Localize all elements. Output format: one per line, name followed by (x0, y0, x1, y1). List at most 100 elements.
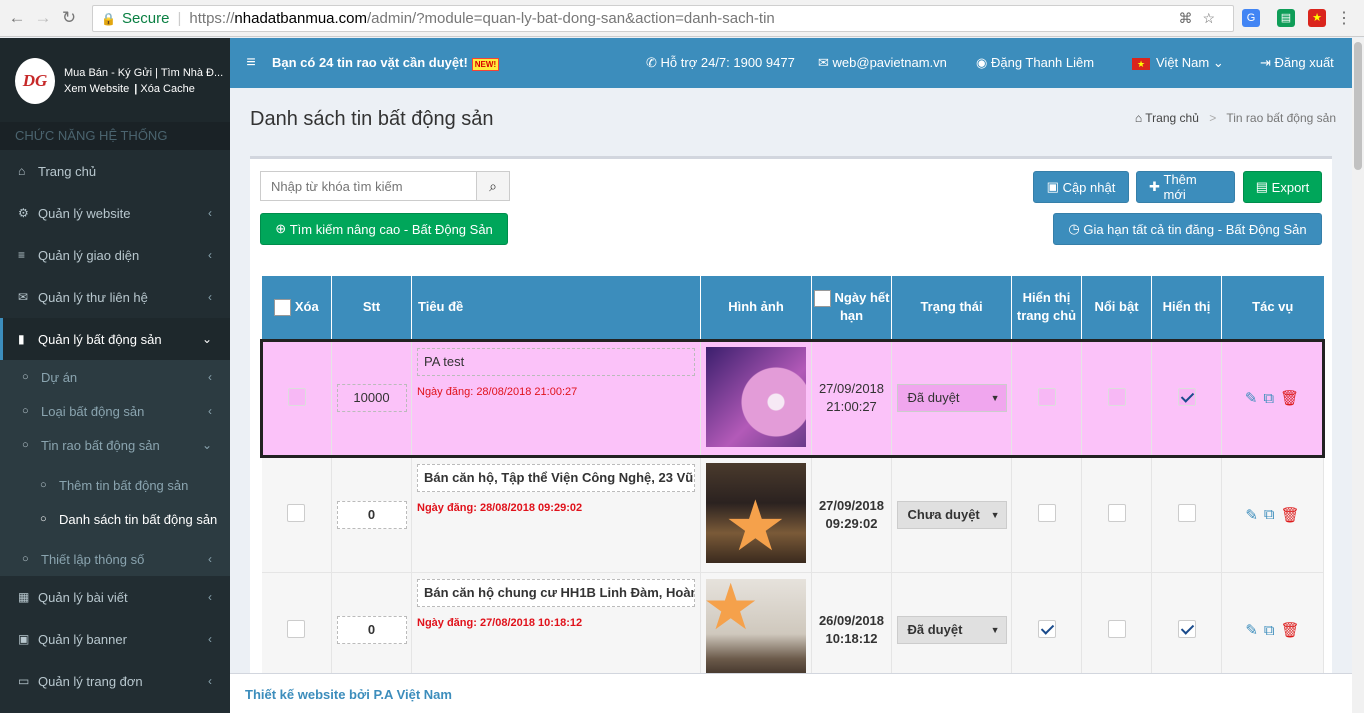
status-select[interactable]: Chưa duyệt ▼ (896, 500, 1007, 529)
logout-text: Đăng xuất (1274, 55, 1334, 70)
user-menu[interactable]: ◉ Đặng Thanh Liêm (976, 55, 1094, 71)
stt-input[interactable]: 0 (336, 616, 407, 644)
cell-delete (261, 456, 332, 573)
featured-checkbox[interactable] (1107, 387, 1126, 406)
show-checkbox[interactable] (1177, 504, 1196, 522)
title-input[interactable]: Bán căn hộ chung cư HH1B Linh Đàm, Hoàng (417, 578, 695, 607)
col-expiry: Ngày hết hạn (811, 276, 892, 340)
sidebar-subitem-type[interactable]: ○ Loại bất động sản ‹ (0, 394, 230, 428)
back-icon[interactable]: ← (4, 8, 30, 28)
extend-all-button[interactable]: ◷ Gia hạn tất cả tin đăng - Bất Động Sản (1053, 213, 1322, 245)
caret-down-icon: ▼ (990, 393, 1000, 403)
support-email[interactable]: ✉ web@pavietnam.vn (818, 55, 947, 71)
page-scrollbar[interactable] (1352, 38, 1364, 713)
delete-checkbox[interactable] (287, 504, 306, 522)
show-home-checkbox[interactable] (1037, 504, 1056, 522)
listing-thumbnail[interactable] (706, 346, 806, 447)
edit-icon[interactable]: ✎ (1245, 506, 1258, 524)
extension-translate-icon[interactable]: G (1242, 9, 1260, 27)
status-select[interactable]: Đã duyệt ▼ (896, 616, 1007, 644)
col-delete-label: Xóa (294, 299, 319, 315)
sidebar-subitem-project[interactable]: ○ Dự án ‹ (0, 360, 230, 394)
delete-checkbox[interactable] (288, 387, 306, 406)
trash-icon[interactable]: 🗑 (1281, 621, 1300, 639)
extension-sheet-icon[interactable]: ▤ (1277, 9, 1295, 27)
edit-icon[interactable]: ✎ (1245, 621, 1258, 639)
menu-toggle-icon[interactable]: ≡ (230, 54, 272, 72)
clear-cache-link[interactable]: Xóa Cache (140, 83, 194, 95)
cell-stt: 0 (331, 456, 412, 573)
address-bar[interactable]: 🔒 Secure | https://nhadatbanmua.com/admi… (92, 5, 1234, 32)
table-row: 0 Bán căn hộ chung cư HH1B Linh Đàm, Hoà… (261, 572, 1324, 673)
sidebar-subitem-add-listing[interactable]: ○ Thêm tin bất động sản (0, 468, 230, 502)
sidebar-item-label: Quản lý website (38, 205, 131, 221)
edit-icon[interactable]: ✎ (1245, 389, 1258, 407)
logout-link[interactable]: ⇥ Đăng xuất (1260, 55, 1334, 71)
sidebar-item-real-estate[interactable]: ▮ Quản lý bất động sản ⌄ (0, 318, 230, 360)
sidebar-item-interface[interactable]: ≡ Quản lý giao diện ‹ (0, 234, 230, 276)
featured-checkbox[interactable] (1107, 504, 1126, 522)
delete-checkbox[interactable] (287, 619, 306, 638)
trash-icon[interactable]: 🗑 (1281, 506, 1300, 524)
browser-menu-icon[interactable]: ⋮ (1336, 8, 1352, 28)
extension-flag-icon[interactable]: ★ (1308, 9, 1326, 27)
cell-actions: ✎ ⧉ 🗑 (1221, 338, 1325, 458)
footer-credit[interactable]: Thiết kế website bởi P.A Việt Nam (245, 687, 452, 702)
sidebar-item-articles[interactable]: ▦ Quản lý bài viết ‹ (0, 576, 230, 618)
cell-show-home (1011, 456, 1082, 573)
forward-icon[interactable]: → (30, 8, 56, 28)
cell-actions: ✎ ⧉ 🗑 (1221, 456, 1324, 573)
sidebar-subitem-settings[interactable]: ○ Thiết lập thông số ‹ (0, 542, 230, 576)
logo[interactable]: DG (15, 57, 55, 104)
title-input[interactable]: PA test (417, 347, 695, 376)
sidebar-subitem-listing-list[interactable]: ○ Danh sách tin bất động sản (0, 502, 230, 536)
circle-icon: ○ (22, 553, 29, 565)
sidebar-item-pages[interactable]: ▭ Quản lý trang đơn ‹ (0, 660, 230, 702)
sidebar-item-home[interactable]: ⌂ Trang chủ (0, 150, 230, 192)
posted-date: Ngày đăng: 27/08/2018 10:18:12 (417, 616, 583, 629)
col-show: Hiển thị (1151, 276, 1222, 340)
title-input[interactable]: Bán căn hộ, Tập thể Viện Công Nghệ, 23 V… (417, 463, 695, 492)
col-actions: Tác vụ (1221, 276, 1324, 340)
show-home-checkbox[interactable] (1037, 619, 1056, 638)
listing-thumbnail[interactable]: ★ (706, 463, 806, 563)
update-button[interactable]: ▣ Cập nhật (1033, 171, 1129, 203)
col-stt: Stt (331, 276, 412, 340)
status-select[interactable]: Đã duyệt ▼ (896, 384, 1007, 412)
translate-star-icons[interactable]: ⌘☆ (1178, 10, 1225, 27)
sidebar-subitem-listings[interactable]: ○ Tin rao bất động sản ⌄ (0, 428, 230, 462)
add-new-button[interactable]: ✚ Thêm mới (1136, 171, 1235, 203)
language-select[interactable]: ★ Việt Nam ⌄ (1132, 55, 1224, 71)
sidebar-item-contact[interactable]: ✉ Quản lý thư liên hệ ‹ (0, 276, 230, 318)
brand-text: Mua Bán - Ký Gửi | Tìm Nhà Đ... Xem Webs… (64, 65, 223, 97)
show-home-checkbox[interactable] (1037, 387, 1056, 406)
search-input[interactable] (261, 172, 476, 200)
select-all-checkbox[interactable] (273, 299, 291, 317)
show-checkbox[interactable] (1177, 387, 1196, 406)
view-website-link[interactable]: Xem Website (64, 83, 129, 95)
sidebar-item-label: Quản lý bất động sản (38, 331, 162, 347)
advanced-search-button[interactable]: ⊕ Tìm kiếm nâng cao - Bất Động Sản (260, 213, 508, 245)
scrollbar-thumb[interactable] (1354, 42, 1362, 170)
listing-thumbnail[interactable]: ★ (706, 578, 806, 673)
select-expiry-checkbox[interactable] (813, 290, 831, 308)
export-button[interactable]: ▤ Export (1243, 171, 1322, 203)
copy-icon[interactable]: ⧉ (1264, 506, 1275, 523)
copy-icon[interactable]: ⧉ (1263, 390, 1274, 407)
page-title: Danh sách tin bất động sản (250, 108, 494, 130)
brand: DG Mua Bán - Ký Gửi | Tìm Nhà Đ... Xem W… (0, 38, 230, 123)
copy-icon[interactable]: ⧉ (1264, 622, 1275, 639)
sidebar-item-banner[interactable]: ▣ Quản lý banner ‹ (0, 618, 230, 660)
breadcrumb-home[interactable]: Trang chủ (1145, 111, 1199, 125)
stt-input[interactable]: 0 (336, 500, 407, 529)
bars-icon: ≡ (18, 248, 26, 262)
trash-icon[interactable]: 🗑 (1280, 389, 1299, 407)
sidebar-item-website[interactable]: ⚙ Quản lý website ‹ (0, 192, 230, 234)
reload-icon[interactable]: ↻ (56, 8, 82, 28)
featured-checkbox[interactable] (1107, 619, 1126, 638)
search-button[interactable]: ⌕ (476, 172, 509, 200)
stt-input[interactable]: 10000 (336, 384, 407, 412)
pending-notice[interactable]: Bạn có 24 tin rao vặt cần duyệt! NEW! (272, 55, 500, 71)
chevron-left-icon: ‹ (208, 370, 212, 384)
show-checkbox[interactable] (1177, 619, 1196, 638)
